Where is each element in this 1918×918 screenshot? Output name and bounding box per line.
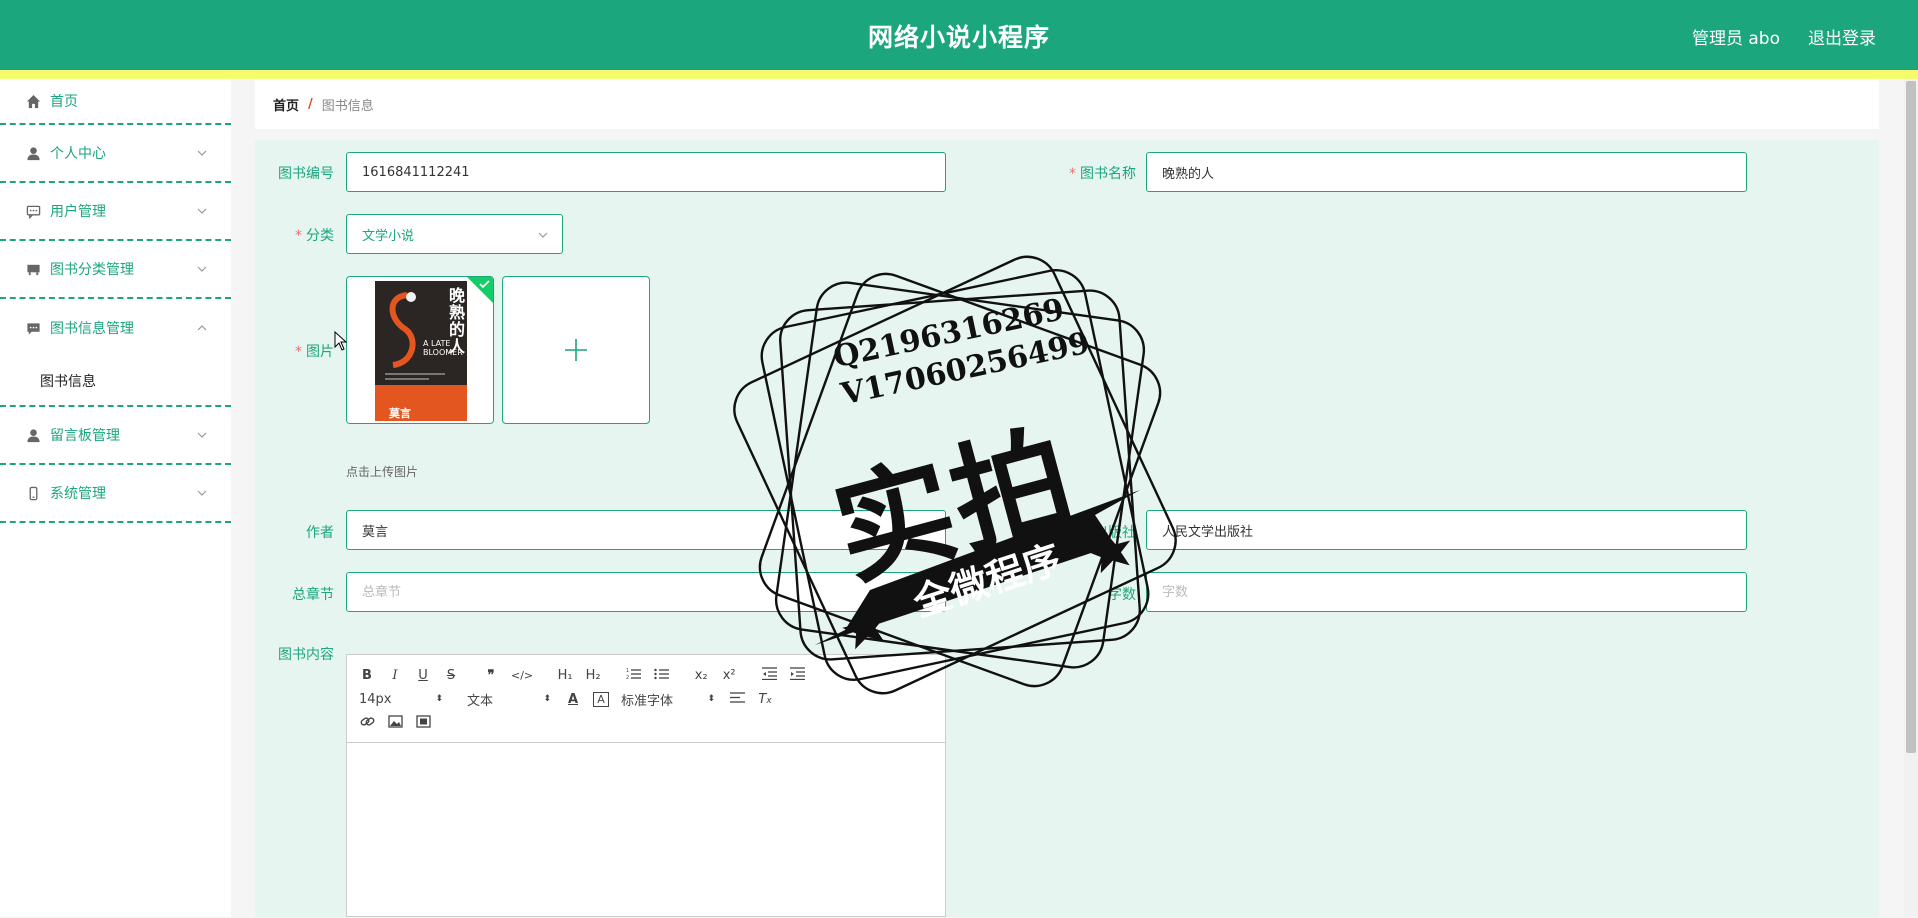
- sort-arrows-icon: ⬍: [707, 694, 715, 704]
- editor-body[interactable]: [347, 743, 945, 918]
- book-name-input[interactable]: [1146, 152, 1747, 192]
- image-icon[interactable]: [387, 714, 403, 732]
- bullet-list-icon[interactable]: [653, 667, 669, 684]
- sidebar-item-label: 首页: [50, 94, 78, 110]
- author-label: 作者: [306, 525, 334, 541]
- user-icon: [25, 145, 41, 161]
- breadcrumb-current: 图书信息: [321, 98, 374, 114]
- video-icon[interactable]: [415, 714, 431, 732]
- app-title: 网络小说小程序: [867, 23, 1050, 52]
- strike-button[interactable]: S: [443, 668, 459, 683]
- editor-toolbar: B I U S ❞ </> H₁ H₂ 12 x₂ x² 14px ⬍ 文本 ⬍…: [347, 655, 945, 743]
- sidebar-item-user-management[interactable]: 用户管理: [0, 183, 231, 241]
- plus-icon: [565, 339, 587, 361]
- category-label: * 分类: [295, 228, 334, 244]
- upload-image-button[interactable]: [502, 276, 650, 424]
- h1-button[interactable]: H₁: [557, 668, 573, 683]
- sidebar-item-home[interactable]: 首页: [0, 79, 231, 125]
- chevron-down-icon: [197, 208, 207, 214]
- cover-author: 莫言: [389, 407, 411, 420]
- font-size-select[interactable]: 14px ⬍: [359, 692, 443, 707]
- book-name-label: * 图书名称: [1069, 166, 1136, 182]
- superscript-button[interactable]: x²: [721, 668, 737, 683]
- sidebar-item-label: 图书分类管理: [50, 262, 134, 278]
- sort-arrows-icon: ⬍: [543, 694, 551, 704]
- home-icon: [25, 93, 41, 109]
- cover-en-title: A LATE BLOOMER: [423, 339, 463, 357]
- paragraph-select[interactable]: 文本 ⬍: [467, 690, 551, 709]
- font-family-select[interactable]: 标准字体 ⬍: [621, 690, 715, 709]
- sidebar-item-system[interactable]: 系统管理: [0, 465, 231, 523]
- chapters-label: 总章节: [292, 587, 334, 603]
- chevron-down-icon: [197, 266, 207, 272]
- rich-text-editor: B I U S ❞ </> H₁ H₂ 12 x₂ x² 14px ⬍ 文本 ⬍…: [346, 654, 946, 917]
- words-label: 字数: [1108, 587, 1136, 603]
- sidebar-item-label: 用户管理: [50, 204, 106, 220]
- sidebar-item-personal-center[interactable]: 个人中心: [0, 125, 231, 183]
- chat-icon: [25, 203, 41, 219]
- breadcrumb: 首页 / 图书信息: [255, 79, 1879, 129]
- image-label: * 图片: [295, 344, 334, 360]
- subscript-button[interactable]: x₂: [693, 668, 709, 683]
- sidebar: 首页 个人中心 用户管理 图书分类管理 图书信息管理 图书信息 留言板管理 系统…: [0, 79, 231, 917]
- h2-button[interactable]: H₂: [585, 668, 601, 683]
- breadcrumb-separator: /: [308, 96, 313, 112]
- chevron-down-icon: [197, 490, 207, 496]
- sidebar-item-label: 个人中心: [50, 146, 106, 162]
- italic-button[interactable]: I: [387, 668, 403, 683]
- sidebar-item-book-info-management[interactable]: 图书信息管理: [0, 299, 231, 357]
- category-select[interactable]: 文学小说: [346, 214, 563, 254]
- book-id-label: 图书编号: [278, 166, 334, 182]
- quote-icon[interactable]: ❞: [483, 668, 499, 683]
- chevron-down-icon: [197, 150, 207, 156]
- background-color-icon[interactable]: A: [593, 691, 609, 707]
- book-cover-thumbnail[interactable]: 晚熟的人 A LATE BLOOMER 莫言: [346, 276, 494, 424]
- header-stripe: [0, 70, 1918, 79]
- bold-button[interactable]: B: [359, 668, 375, 683]
- upload-hint: 点击上传图片: [346, 465, 419, 479]
- code-icon[interactable]: </>: [511, 669, 533, 682]
- logout-button[interactable]: 退出登录: [1808, 24, 1876, 49]
- page-scrollbar[interactable]: [1904, 79, 1918, 917]
- font-color-icon[interactable]: A: [565, 692, 581, 707]
- words-input[interactable]: [1146, 572, 1747, 612]
- phone-icon: [25, 485, 41, 501]
- content-label: 图书内容: [278, 647, 334, 663]
- sidebar-subitem-book-info[interactable]: 图书信息: [0, 357, 231, 407]
- svg-text:2: 2: [626, 675, 629, 680]
- admin-label[interactable]: 管理员 abo: [1692, 24, 1780, 49]
- sidebar-item-book-category[interactable]: 图书分类管理: [0, 241, 231, 299]
- breadcrumb-home[interactable]: 首页: [273, 95, 299, 114]
- top-header: 网络小说小程序 管理员 abo 退出登录: [0, 0, 1918, 70]
- publisher-label: 出版社: [1094, 525, 1136, 541]
- sort-arrows-icon: ⬍: [435, 694, 443, 704]
- header-actions: 管理员 abo 退出登录: [1692, 24, 1876, 49]
- link-icon[interactable]: [359, 715, 375, 732]
- outdent-icon[interactable]: [761, 666, 777, 684]
- chapters-input[interactable]: [346, 572, 946, 612]
- mouse-cursor-icon: [334, 331, 348, 351]
- chevron-up-icon: [197, 325, 207, 331]
- clear-format-icon[interactable]: Tx: [757, 692, 773, 707]
- sidebar-item-label: 系统管理: [50, 486, 106, 502]
- book-id-input[interactable]: [346, 152, 946, 192]
- indent-icon[interactable]: [789, 666, 805, 684]
- sidebar-item-guestbook[interactable]: 留言板管理: [0, 407, 231, 465]
- check-icon: [467, 277, 493, 303]
- chevron-down-icon: [197, 432, 207, 438]
- user-icon: [25, 427, 41, 443]
- svg-text:1: 1: [626, 668, 629, 674]
- message-icon: [25, 320, 41, 336]
- ordered-list-icon[interactable]: 12: [625, 667, 641, 684]
- sidebar-item-label: 图书信息管理: [50, 321, 134, 337]
- chevron-down-icon: [538, 232, 548, 238]
- align-icon[interactable]: [729, 691, 745, 708]
- scrollbar-thumb[interactable]: [1906, 81, 1916, 753]
- publisher-input[interactable]: [1146, 510, 1747, 550]
- underline-button[interactable]: U: [415, 668, 431, 683]
- book-category-icon: [25, 261, 41, 277]
- author-input[interactable]: [346, 510, 946, 550]
- sidebar-item-label: 留言板管理: [50, 428, 120, 444]
